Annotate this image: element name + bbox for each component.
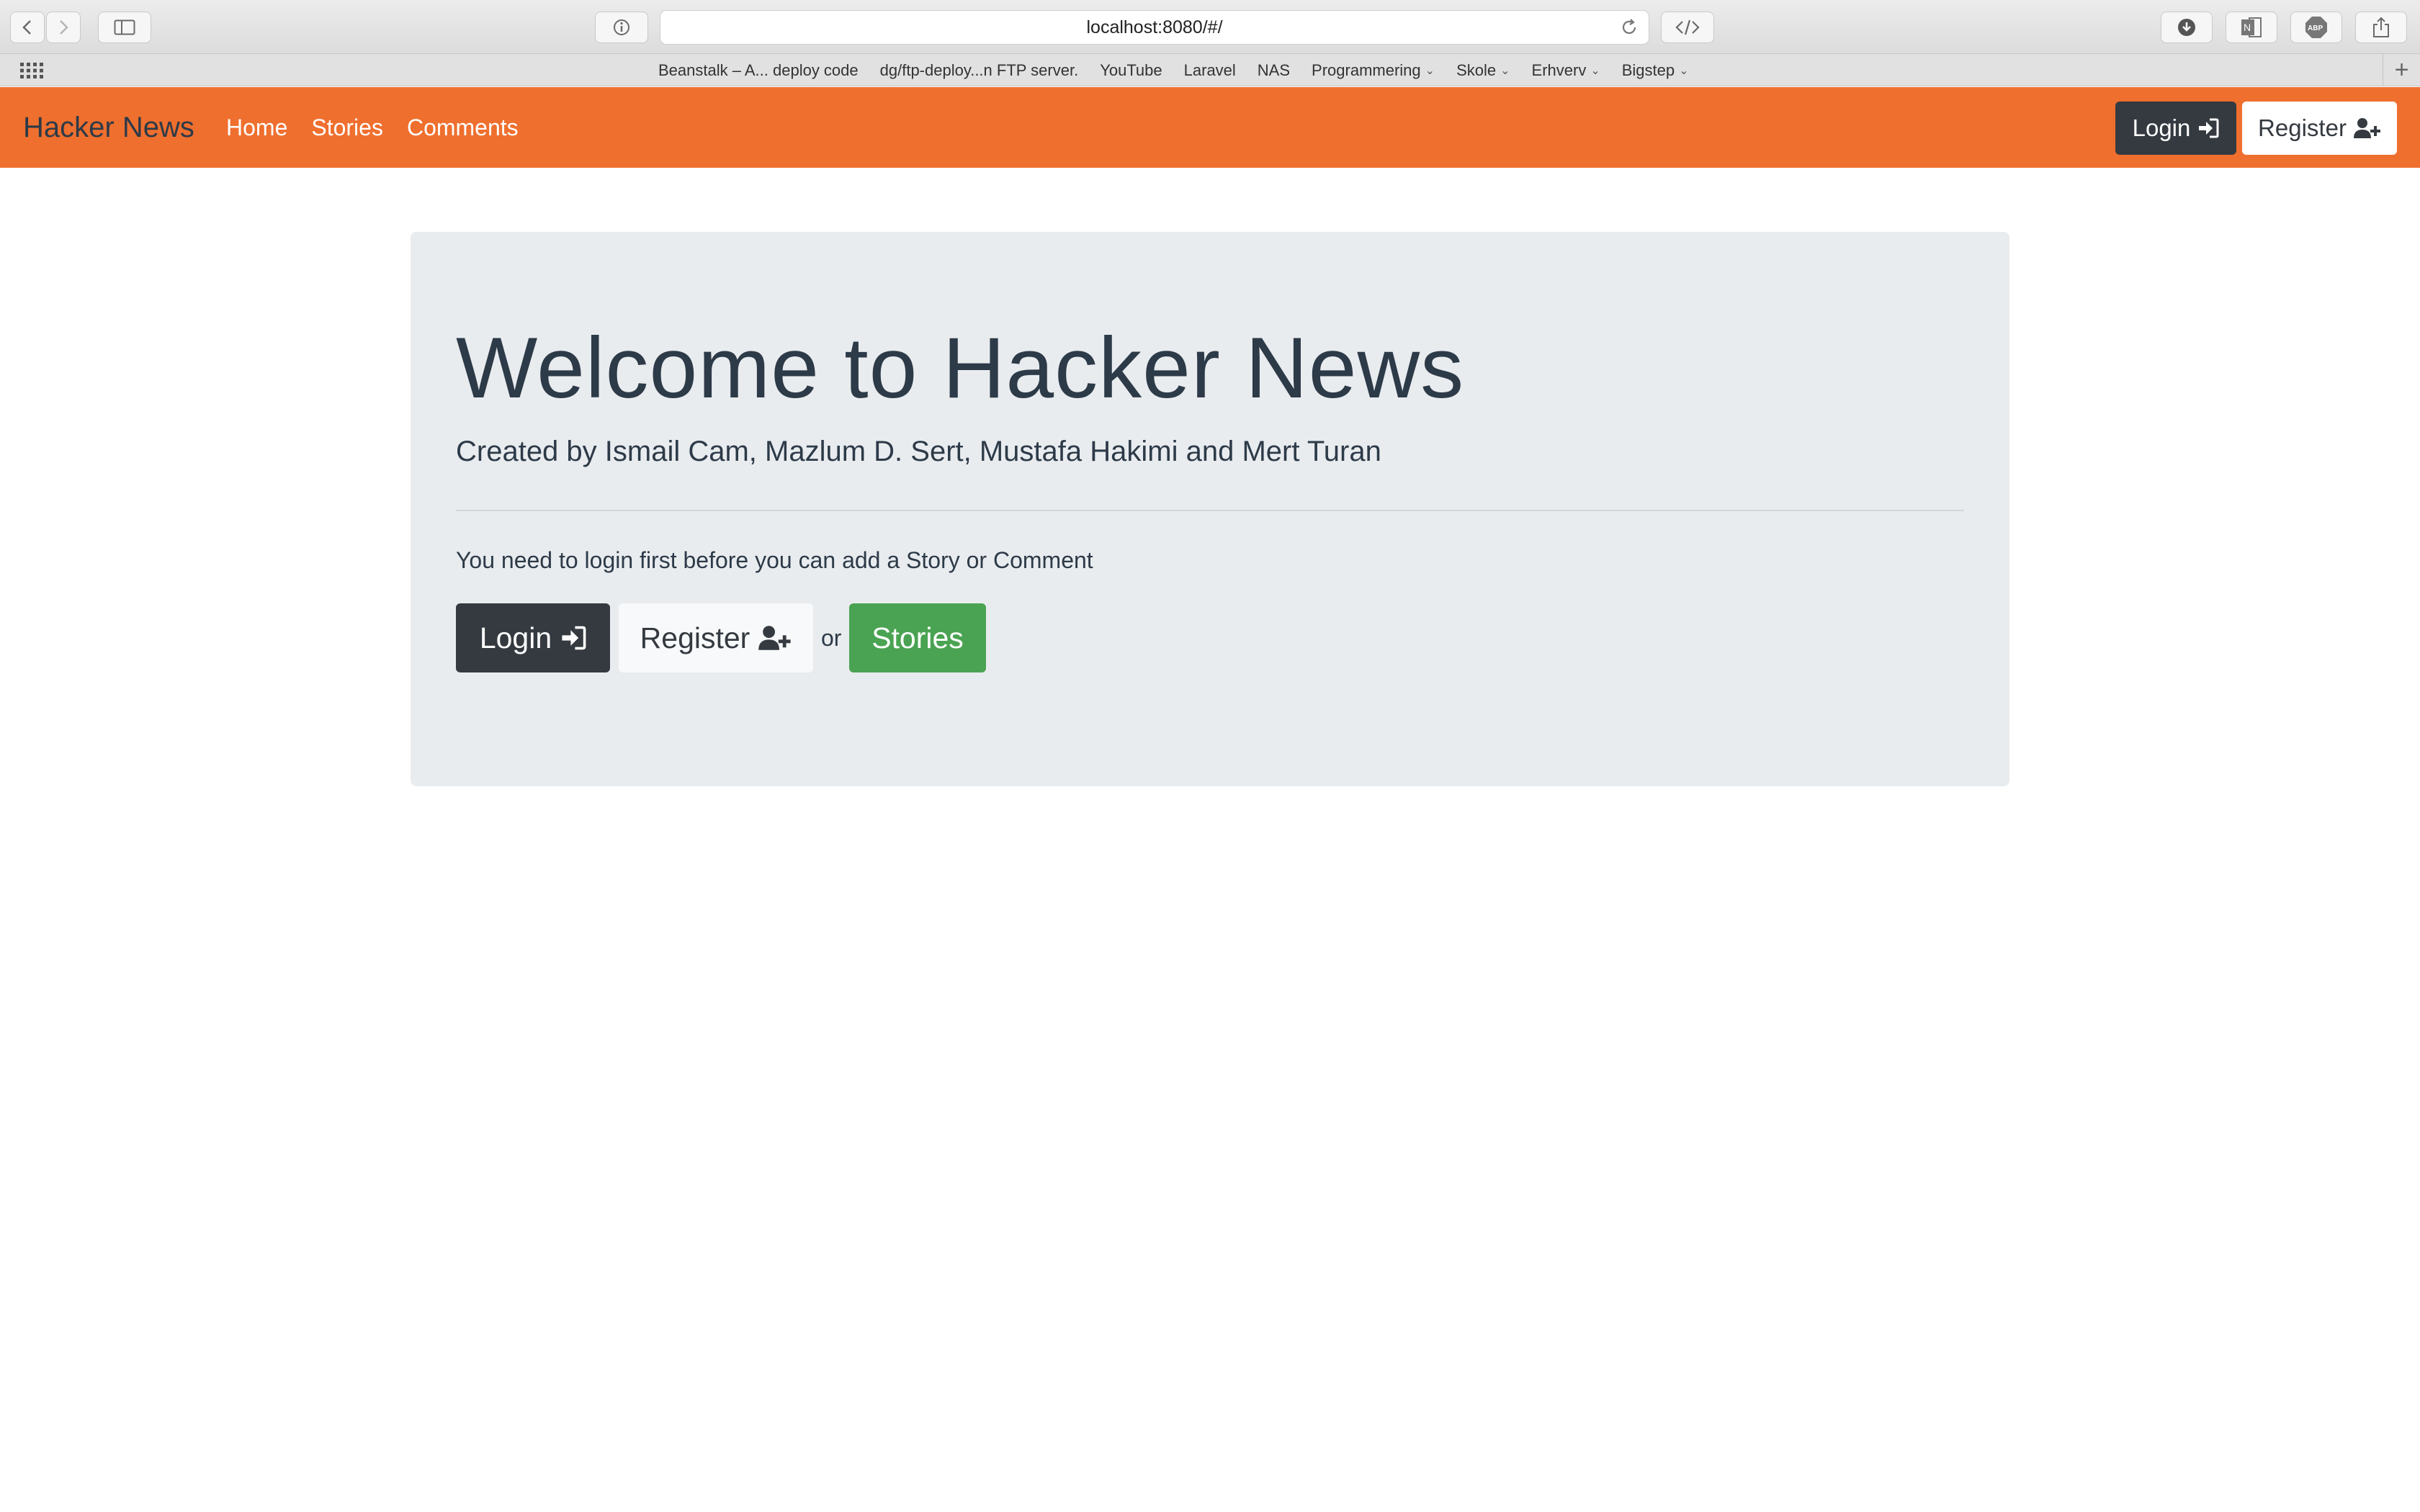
- bookmark-label: Erhverv: [1531, 60, 1587, 79]
- chevron-down-icon: ⌄: [1679, 64, 1689, 77]
- bookmark-label: NAS: [1257, 60, 1291, 79]
- reload-icon: [1622, 19, 1636, 34]
- reload-button[interactable]: [1618, 17, 1640, 38]
- bookmark-item[interactable]: Beanstalk – A... deploy code: [658, 61, 859, 80]
- adblock-icon: ABP: [2305, 17, 2327, 38]
- nav-link-home[interactable]: Home: [226, 114, 287, 141]
- page-subtitle: Created by Ismail Cam, Mazlum D. Sert, M…: [456, 436, 1381, 467]
- login-notice: You need to login first before you can a…: [456, 547, 1093, 573]
- nav-links: Home Stories Comments: [226, 87, 519, 168]
- forward-icon: [60, 20, 68, 35]
- forward-button[interactable]: [46, 12, 81, 43]
- address-bar[interactable]: localhost:8080/#/: [660, 10, 1649, 45]
- bookmark-label: Laravel: [1183, 60, 1236, 79]
- back-icon: [22, 20, 31, 35]
- apps-grid-icon[interactable]: [20, 63, 43, 78]
- bookmark-label: Programmering: [1312, 60, 1421, 79]
- bookmark-label: Skole: [1456, 60, 1497, 79]
- bookmark-folder[interactable]: Skole ⌄: [1456, 61, 1510, 80]
- plus-icon: +: [2394, 56, 2409, 84]
- navbar-login-button[interactable]: Login: [2115, 102, 2236, 155]
- jumbotron: Welcome to Hacker News Created by Ismail…: [411, 232, 2009, 786]
- svg-text:ABP: ABP: [2308, 24, 2323, 32]
- stories-button[interactable]: Stories: [849, 603, 986, 672]
- nav-link-stories[interactable]: Stories: [311, 114, 383, 141]
- bookmark-item[interactable]: dg/ftp-deploy...n FTP server.: [880, 61, 1079, 80]
- user-plus-icon: [2353, 118, 2380, 138]
- share-icon: [2373, 17, 2389, 37]
- bookmarks-bar: Beanstalk – A... deploy code dg/ftp-depl…: [0, 54, 2420, 86]
- stories-label: Stories: [871, 621, 964, 654]
- page-title: Welcome to Hacker News: [456, 320, 1465, 416]
- site-info-button[interactable]: [595, 12, 648, 43]
- browser-toolbar: localhost:8080/#/ N ABP: [0, 0, 2420, 54]
- bookmark-label: Beanstalk – A... deploy code: [658, 60, 859, 79]
- chevron-down-icon: ⌄: [1590, 64, 1600, 77]
- web-inspector-button[interactable]: [1661, 12, 1714, 43]
- bookmark-label: Bigstep: [1621, 60, 1675, 79]
- user-plus-icon: [758, 626, 791, 650]
- bookmark-folder[interactable]: Bigstep ⌄: [1622, 61, 1689, 80]
- bookmark-label: dg/ftp-deploy...n FTP server.: [879, 60, 1079, 79]
- brand-link[interactable]: Hacker News: [23, 87, 194, 168]
- divider: [456, 510, 1964, 511]
- back-button[interactable]: [10, 12, 45, 43]
- or-text: or: [821, 624, 842, 651]
- code-icon: [1675, 19, 1700, 35]
- bookmark-item[interactable]: Laravel: [1184, 61, 1236, 80]
- download-icon: [2178, 19, 2195, 36]
- share-button[interactable]: [2355, 12, 2407, 43]
- navbar: Hacker News Home Stories Comments Login …: [0, 87, 2420, 168]
- chevron-down-icon: ⌄: [1425, 64, 1435, 77]
- login-label: Login: [2132, 114, 2191, 141]
- bookmark-folder[interactable]: Programmering ⌄: [1312, 61, 1435, 80]
- register-button[interactable]: Register: [619, 603, 813, 672]
- onenote-button[interactable]: N: [2226, 12, 2277, 43]
- url-text: localhost:8080/#/: [1086, 17, 1223, 37]
- info-icon: [614, 19, 629, 35]
- sidebar-button[interactable]: [98, 12, 151, 43]
- sign-in-icon: [562, 626, 586, 650]
- chevron-down-icon: ⌄: [1500, 64, 1510, 77]
- sign-in-icon: [2199, 118, 2219, 138]
- bookmark-item[interactable]: YouTube: [1100, 61, 1162, 80]
- svg-text:N: N: [2244, 22, 2251, 33]
- navbar-register-button[interactable]: Register: [2242, 102, 2397, 155]
- nav-link-comments[interactable]: Comments: [407, 114, 519, 141]
- bookmark-label: YouTube: [1100, 60, 1162, 79]
- bookmark-folder[interactable]: Erhverv ⌄: [1532, 61, 1600, 80]
- sidebar-icon: [114, 19, 135, 35]
- login-button[interactable]: Login: [456, 603, 610, 672]
- register-label: Register: [640, 621, 750, 654]
- register-label: Register: [2258, 114, 2347, 141]
- new-tab-button[interactable]: +: [2383, 54, 2420, 86]
- downloads-button[interactable]: [2161, 12, 2213, 43]
- bookmark-item[interactable]: NAS: [1258, 61, 1290, 80]
- onenote-icon: N: [2241, 17, 2262, 37]
- login-label: Login: [479, 621, 552, 654]
- adblock-button[interactable]: ABP: [2290, 12, 2342, 43]
- bookmark-list: Beanstalk – A... deploy code dg/ftp-depl…: [658, 54, 1689, 86]
